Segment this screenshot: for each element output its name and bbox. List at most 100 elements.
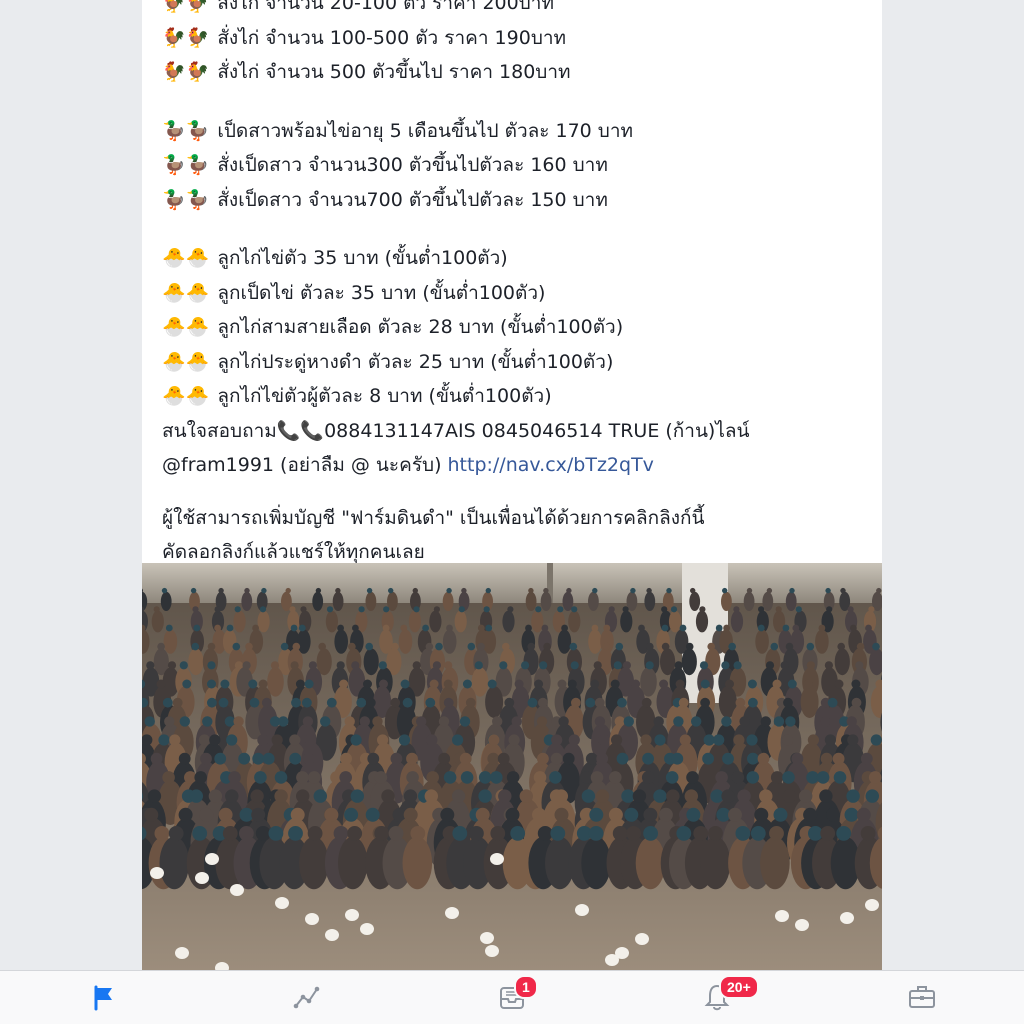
duck-head-shape bbox=[268, 826, 284, 841]
tab-insights[interactable] bbox=[287, 981, 327, 1015]
duck-head-shape bbox=[799, 789, 813, 803]
duck-head-shape bbox=[435, 642, 443, 651]
duck-head-shape bbox=[824, 661, 834, 670]
duck-head-shape bbox=[168, 826, 184, 841]
duck-head-shape bbox=[452, 826, 468, 841]
duck-head-shape bbox=[300, 606, 307, 613]
duck-shape bbox=[332, 591, 344, 611]
duck-head-shape bbox=[833, 771, 847, 784]
duck-head-shape bbox=[487, 679, 497, 689]
post-photo[interactable] bbox=[142, 563, 882, 970]
duck-head-shape bbox=[194, 771, 207, 784]
duck-head-shape bbox=[351, 661, 360, 670]
duck-head-shape bbox=[510, 826, 526, 841]
price-line-chick-2: 🐣🐣 ลูกเป็ดไข่ ตัวละ 35 บาท (ขั้นต่ำ100ตั… bbox=[162, 276, 867, 311]
duck-head-shape bbox=[199, 807, 214, 822]
duck-shape bbox=[442, 629, 457, 654]
insights-chart-icon bbox=[293, 986, 320, 1009]
duck-head-shape bbox=[271, 734, 283, 746]
duck-head-shape bbox=[826, 606, 833, 613]
duck-head-shape bbox=[787, 679, 797, 689]
duck-shape bbox=[620, 610, 633, 633]
duck-head-shape bbox=[624, 807, 639, 822]
duck-head-shape bbox=[551, 734, 563, 746]
duck-head-shape bbox=[671, 752, 684, 765]
price-text: เป็ดสาวพร้อมไข่อายุ 5 เดือนขึ้นไป ตัวละ … bbox=[217, 119, 634, 142]
duck-head-shape bbox=[178, 807, 193, 822]
duck-head-shape bbox=[722, 752, 734, 765]
duck-head-shape bbox=[506, 771, 520, 784]
duck-head-shape bbox=[239, 826, 254, 841]
duck-head-shape bbox=[748, 697, 758, 708]
duck-head-shape bbox=[525, 624, 532, 632]
duck-head-shape bbox=[443, 697, 454, 708]
tab-pages[interactable] bbox=[84, 981, 124, 1015]
duck-head-shape bbox=[707, 642, 715, 651]
tab-inbox[interactable]: 1 bbox=[492, 975, 538, 1015]
duck-head-shape bbox=[200, 752, 212, 765]
duck-head-shape bbox=[406, 752, 418, 765]
duck-head-shape bbox=[402, 697, 413, 708]
duck-head-shape bbox=[803, 807, 818, 822]
duck-head-shape bbox=[365, 807, 380, 822]
duck-head-shape bbox=[773, 807, 788, 822]
duck-shape bbox=[695, 610, 709, 633]
duck-head-shape bbox=[307, 826, 323, 841]
duck-head-shape bbox=[686, 807, 701, 822]
tab-notifications[interactable]: 20+ bbox=[697, 975, 759, 1015]
page: 🐓🐓 สั่งไก่ จำนวน 20-100 ตัว ราคา 200บาท … bbox=[0, 0, 1024, 1024]
duck-head-shape bbox=[258, 679, 268, 689]
egg-shape bbox=[840, 912, 854, 924]
price-text: ลูกไก่สามสายเลือด ตัวละ 28 บาท (ขั้นต่ำ1… bbox=[217, 316, 624, 338]
duck-head-shape bbox=[190, 587, 197, 594]
duck-head-shape bbox=[641, 771, 655, 784]
duck-head-shape bbox=[733, 661, 742, 670]
hatching-chick-icon: 🐣🐣 bbox=[162, 385, 210, 407]
duck-shape bbox=[398, 629, 413, 654]
duck-head-shape bbox=[721, 716, 732, 727]
duck-head-shape bbox=[308, 771, 321, 784]
duck-shape bbox=[785, 591, 797, 611]
duck-head-shape bbox=[425, 642, 434, 651]
duck-head-shape bbox=[440, 807, 455, 822]
duck-head-shape bbox=[722, 587, 728, 594]
price-line-chick-5: 🐣🐣 ลูกไก่ไข่ตัวผู้ตัวละ 8 บาท (ขั้นต่ำ10… bbox=[162, 379, 867, 414]
duck-head-shape bbox=[855, 661, 864, 670]
duck-head-shape bbox=[336, 661, 345, 670]
duck-head-shape bbox=[207, 661, 216, 670]
duck-head-shape bbox=[416, 716, 427, 727]
duck-head-shape bbox=[289, 752, 302, 765]
duck-head-shape bbox=[679, 734, 691, 746]
duck-head-shape bbox=[737, 789, 751, 803]
duck-head-shape bbox=[289, 606, 296, 613]
duck-head-shape bbox=[298, 624, 306, 632]
duck-head-shape bbox=[144, 807, 159, 822]
line-link[interactable]: http://nav.cx/bTz2qTv bbox=[448, 448, 654, 483]
tab-tools[interactable] bbox=[902, 981, 942, 1015]
duck-head-shape bbox=[700, 679, 710, 689]
duck-head-shape bbox=[645, 661, 654, 670]
duck-head-shape bbox=[631, 679, 641, 689]
duck-head-shape bbox=[596, 752, 609, 765]
duck-head-shape bbox=[374, 771, 388, 784]
duck-head-shape bbox=[318, 642, 326, 651]
duck-head-shape bbox=[807, 734, 820, 746]
egg-shape bbox=[575, 904, 589, 916]
duck-head-shape bbox=[699, 661, 709, 670]
egg-shape bbox=[775, 910, 789, 922]
duck-head-shape bbox=[646, 587, 652, 594]
duck-head-shape bbox=[806, 642, 815, 651]
duck-head-shape bbox=[502, 642, 510, 651]
duck-icon: 🦆🦆 bbox=[162, 188, 210, 211]
duck-head-shape bbox=[383, 606, 390, 613]
duck-head-shape bbox=[615, 642, 624, 651]
duck-head-shape bbox=[570, 661, 579, 670]
duck-head-shape bbox=[856, 642, 865, 651]
duck-head-shape bbox=[505, 807, 520, 822]
duck-head-shape bbox=[747, 679, 757, 689]
duck-head-shape bbox=[661, 624, 669, 632]
duck-head-shape bbox=[191, 642, 200, 651]
egg-shape bbox=[195, 872, 209, 884]
duck-head-shape bbox=[446, 587, 452, 594]
duck-head-shape bbox=[388, 587, 394, 594]
